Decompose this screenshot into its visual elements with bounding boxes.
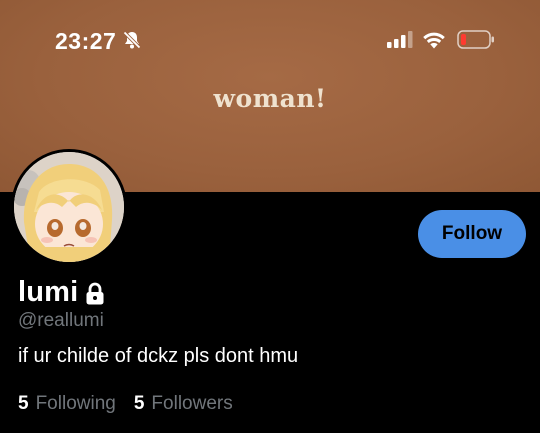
name-row: lumi xyxy=(18,276,106,309)
display-name: lumi xyxy=(18,276,79,308)
status-time: 23:27 xyxy=(55,28,117,54)
profile-stats: 5 Following 5 Followers xyxy=(18,393,251,415)
lock-icon xyxy=(86,282,104,304)
banner-text: woman! xyxy=(213,84,327,113)
following-link[interactable]: 5 Following xyxy=(18,393,116,415)
avatar[interactable] xyxy=(11,149,127,265)
wifi-icon xyxy=(423,32,445,49)
profile-handle: @reallumi xyxy=(18,310,104,331)
followers-count: 5 xyxy=(133,393,145,414)
following-label: Following xyxy=(35,393,116,414)
follow-button[interactable]: Follow xyxy=(418,210,526,258)
avatar-image xyxy=(14,152,124,262)
following-count: 5 xyxy=(18,393,29,414)
followers-link[interactable]: 5 Followers xyxy=(134,393,233,415)
followers-label: Followers xyxy=(151,393,233,414)
battery-low-icon xyxy=(457,30,494,49)
profile-bio: if ur childe of dckz pls dont hmu xyxy=(18,345,299,367)
bell-slash-icon xyxy=(123,31,141,49)
cellular-signal-icon xyxy=(387,31,413,48)
